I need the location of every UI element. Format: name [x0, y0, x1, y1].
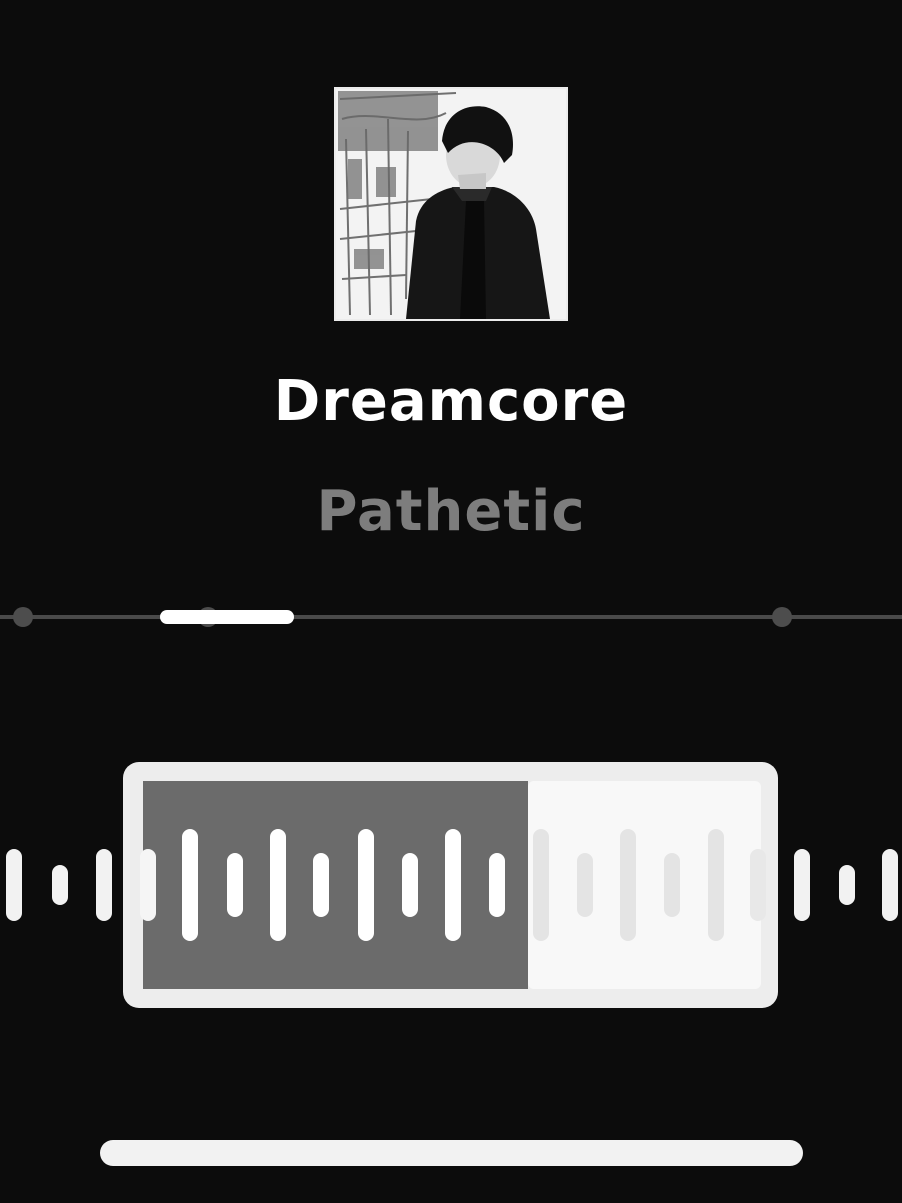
waveform-bar — [794, 849, 810, 921]
waveform-bar — [227, 853, 243, 917]
waveform-bar — [182, 829, 198, 941]
waveform-bar — [839, 865, 855, 905]
progress-marker — [13, 607, 33, 627]
waveform-bar — [882, 849, 898, 921]
waveform-bar — [6, 849, 22, 921]
waveform-bar — [533, 829, 549, 941]
waveform-bar — [313, 853, 329, 917]
progress-fill[interactable] — [160, 610, 294, 624]
waveform-bar — [664, 853, 680, 917]
waveform-bar — [270, 829, 286, 941]
waveform-bar — [577, 853, 593, 917]
waveform-bar — [140, 849, 156, 921]
waveform-bar — [489, 853, 505, 917]
waveform-bar — [96, 849, 112, 921]
progress-marker — [772, 607, 792, 627]
album-cover-portrait-icon — [336, 89, 566, 319]
home-indicator[interactable] — [100, 1140, 803, 1166]
waveform-bar — [52, 865, 68, 905]
album-cover[interactable] — [334, 87, 568, 321]
artist-name[interactable]: Pathetic — [0, 476, 902, 548]
song-title: Dreamcore — [273, 369, 629, 434]
waveform-bar — [620, 829, 636, 941]
waveform-bar — [708, 829, 724, 941]
waveform-bar — [750, 849, 766, 921]
waveform-player[interactable] — [0, 760, 902, 1010]
waveform-bar — [445, 829, 461, 941]
progress-track[interactable] — [0, 615, 902, 619]
waveform-bar — [402, 853, 418, 917]
audio-waveform-icon — [6, 762, 898, 1008]
waveform-bar — [358, 829, 374, 941]
